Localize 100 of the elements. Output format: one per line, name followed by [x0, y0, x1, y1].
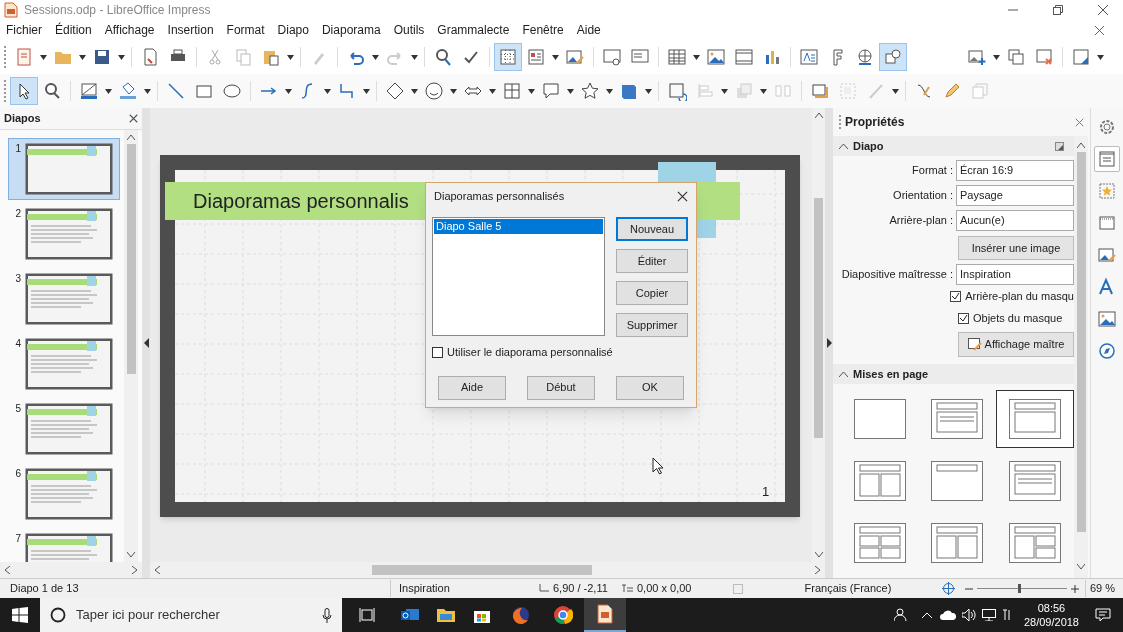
- slide-thumbnail[interactable]: [25, 273, 113, 325]
- task-view-icon[interactable]: [359, 608, 375, 622]
- slider-thumb[interactable]: [1017, 584, 1021, 593]
- image-pencil-icon[interactable]: [1097, 245, 1117, 265]
- checkbox[interactable]: [958, 313, 969, 324]
- chrome-ball-icon[interactable]: [553, 605, 573, 625]
- dialog-button[interactable]: Nouveau: [616, 217, 688, 241]
- fill-bucket-icon[interactable]: [118, 81, 138, 101]
- caret-icon[interactable]: [411, 54, 418, 60]
- slide-thumbnail-item[interactable]: 4: [8, 333, 120, 395]
- master-view-button[interactable]: Affichage maître: [958, 332, 1074, 357]
- scroll-right-icon[interactable]: [132, 566, 138, 574]
- caret-icon[interactable]: [721, 88, 728, 94]
- layout-blocks-icon[interactable]: [502, 81, 522, 101]
- dropdown-field[interactable]: Aucun(e): [956, 209, 1074, 231]
- duplicate-icon[interactable]: [1006, 47, 1026, 67]
- speaker-icon[interactable]: [961, 609, 976, 621]
- gear-icon[interactable]: [1097, 117, 1117, 137]
- dialog-button[interactable]: Éditer: [616, 249, 688, 273]
- scroll-left-icon[interactable]: [154, 566, 160, 574]
- scroll-up-icon[interactable]: [814, 112, 823, 118]
- image-icon[interactable]: [1097, 309, 1117, 329]
- scroll-down-icon[interactable]: [127, 552, 135, 558]
- custom-show-list[interactable]: Diapo Salle 5: [432, 217, 605, 336]
- close-icon[interactable]: [129, 114, 138, 123]
- menu-item[interactable]: Diapo: [277, 21, 309, 39]
- menu-item[interactable]: Format: [226, 21, 265, 39]
- fox-globe-icon[interactable]: [511, 605, 531, 625]
- film-icon[interactable]: [734, 47, 754, 67]
- dropdown-field[interactable]: Écran 16:9: [956, 159, 1074, 181]
- insert-image-button[interactable]: Insérer une image: [958, 236, 1074, 260]
- more-options-icon[interactable]: [1055, 141, 1064, 151]
- caret-icon[interactable]: [40, 54, 47, 60]
- globe-icon[interactable]: [855, 47, 875, 67]
- slide-thumbnail[interactable]: [25, 143, 113, 195]
- image-add-icon[interactable]: [967, 47, 987, 67]
- slide-thumbnail[interactable]: [25, 338, 113, 390]
- folder-icon[interactable]: [436, 607, 456, 623]
- scroll-down-icon[interactable]: [814, 552, 823, 558]
- pencil-icon[interactable]: [942, 81, 962, 101]
- menu-item[interactable]: Insertion: [167, 21, 214, 39]
- caret-icon[interactable]: [324, 88, 331, 94]
- slide-corner-icon[interactable]: [1071, 47, 1091, 67]
- scrollbar-thumb[interactable]: [372, 565, 592, 575]
- scroll-down-icon[interactable]: [1077, 564, 1085, 570]
- microphone-icon[interactable]: [322, 607, 332, 623]
- ellipse-icon[interactable]: [222, 81, 242, 101]
- slide-thumbnail-item[interactable]: 2: [8, 203, 120, 265]
- shadow-icon[interactable]: [810, 81, 830, 101]
- text-frame-icon[interactable]: [799, 47, 819, 67]
- smiley-icon[interactable]: [424, 81, 444, 101]
- panel-layout-icon[interactable]: [526, 47, 546, 67]
- grid-icon[interactable]: [498, 47, 518, 67]
- list-item[interactable]: Diapo Salle 5: [434, 219, 603, 234]
- clock-date[interactable]: 28/09/2018: [1023, 615, 1079, 629]
- dialog-button[interactable]: Copier: [616, 281, 688, 305]
- caret-icon[interactable]: [528, 88, 535, 94]
- caret-icon[interactable]: [287, 54, 294, 60]
- close-icon[interactable]: [1094, 24, 1105, 36]
- line-color-icon[interactable]: [79, 81, 99, 101]
- chevron-up-icon[interactable]: [921, 612, 932, 618]
- caret-icon[interactable]: [144, 88, 151, 94]
- close-icon[interactable]: [1097, 4, 1109, 16]
- caret-icon[interactable]: [285, 88, 292, 94]
- presentation-app-icon[interactable]: [597, 604, 613, 624]
- menu-item[interactable]: Fichier: [6, 21, 42, 39]
- caret-icon[interactable]: [993, 54, 1000, 60]
- caret-icon[interactable]: [1097, 54, 1104, 60]
- slide-thumbnail[interactable]: [25, 403, 113, 455]
- collapse-icon[interactable]: [839, 143, 848, 149]
- search-field[interactable]: Taper ici pour rechercher: [40, 598, 342, 632]
- dialog-button[interactable]: OK: [616, 375, 684, 400]
- cloud-icon[interactable]: [939, 610, 956, 620]
- speech-bubble-icon[interactable]: [541, 81, 561, 101]
- menu-item[interactable]: Affichage: [104, 21, 155, 39]
- rotate-icon[interactable]: [667, 81, 687, 101]
- magnifier-icon[interactable]: [433, 47, 453, 67]
- menu-item[interactable]: Grammalecte: [437, 21, 510, 39]
- floppy-icon[interactable]: [92, 47, 112, 67]
- network-icon[interactable]: [981, 609, 996, 621]
- caret-icon[interactable]: [372, 54, 379, 60]
- caret-icon[interactable]: [567, 88, 574, 94]
- line-icon[interactable]: [166, 81, 186, 101]
- menu-item[interactable]: Édition: [55, 21, 92, 39]
- scroll-right-icon[interactable]: [815, 566, 821, 574]
- clock-time[interactable]: 08:56: [1037, 601, 1066, 615]
- collapse-icon[interactable]: [839, 371, 848, 377]
- menu-item[interactable]: Outils: [393, 21, 425, 39]
- fit-page-icon[interactable]: [942, 582, 955, 595]
- slide-thumbnail-item[interactable]: 5: [8, 398, 120, 460]
- shapes-icon[interactable]: [883, 47, 903, 67]
- scrollbar-thumb[interactable]: [1076, 152, 1086, 532]
- slide-thumbnail-item[interactable]: 3: [8, 268, 120, 330]
- caret-icon[interactable]: [760, 88, 767, 94]
- restore-icon[interactable]: [1052, 4, 1064, 16]
- star-icon[interactable]: [580, 81, 600, 101]
- caret-icon[interactable]: [606, 88, 613, 94]
- caret-icon[interactable]: [450, 88, 457, 94]
- slide-delete-icon[interactable]: [1034, 47, 1054, 67]
- scroll-left-icon[interactable]: [4, 566, 10, 574]
